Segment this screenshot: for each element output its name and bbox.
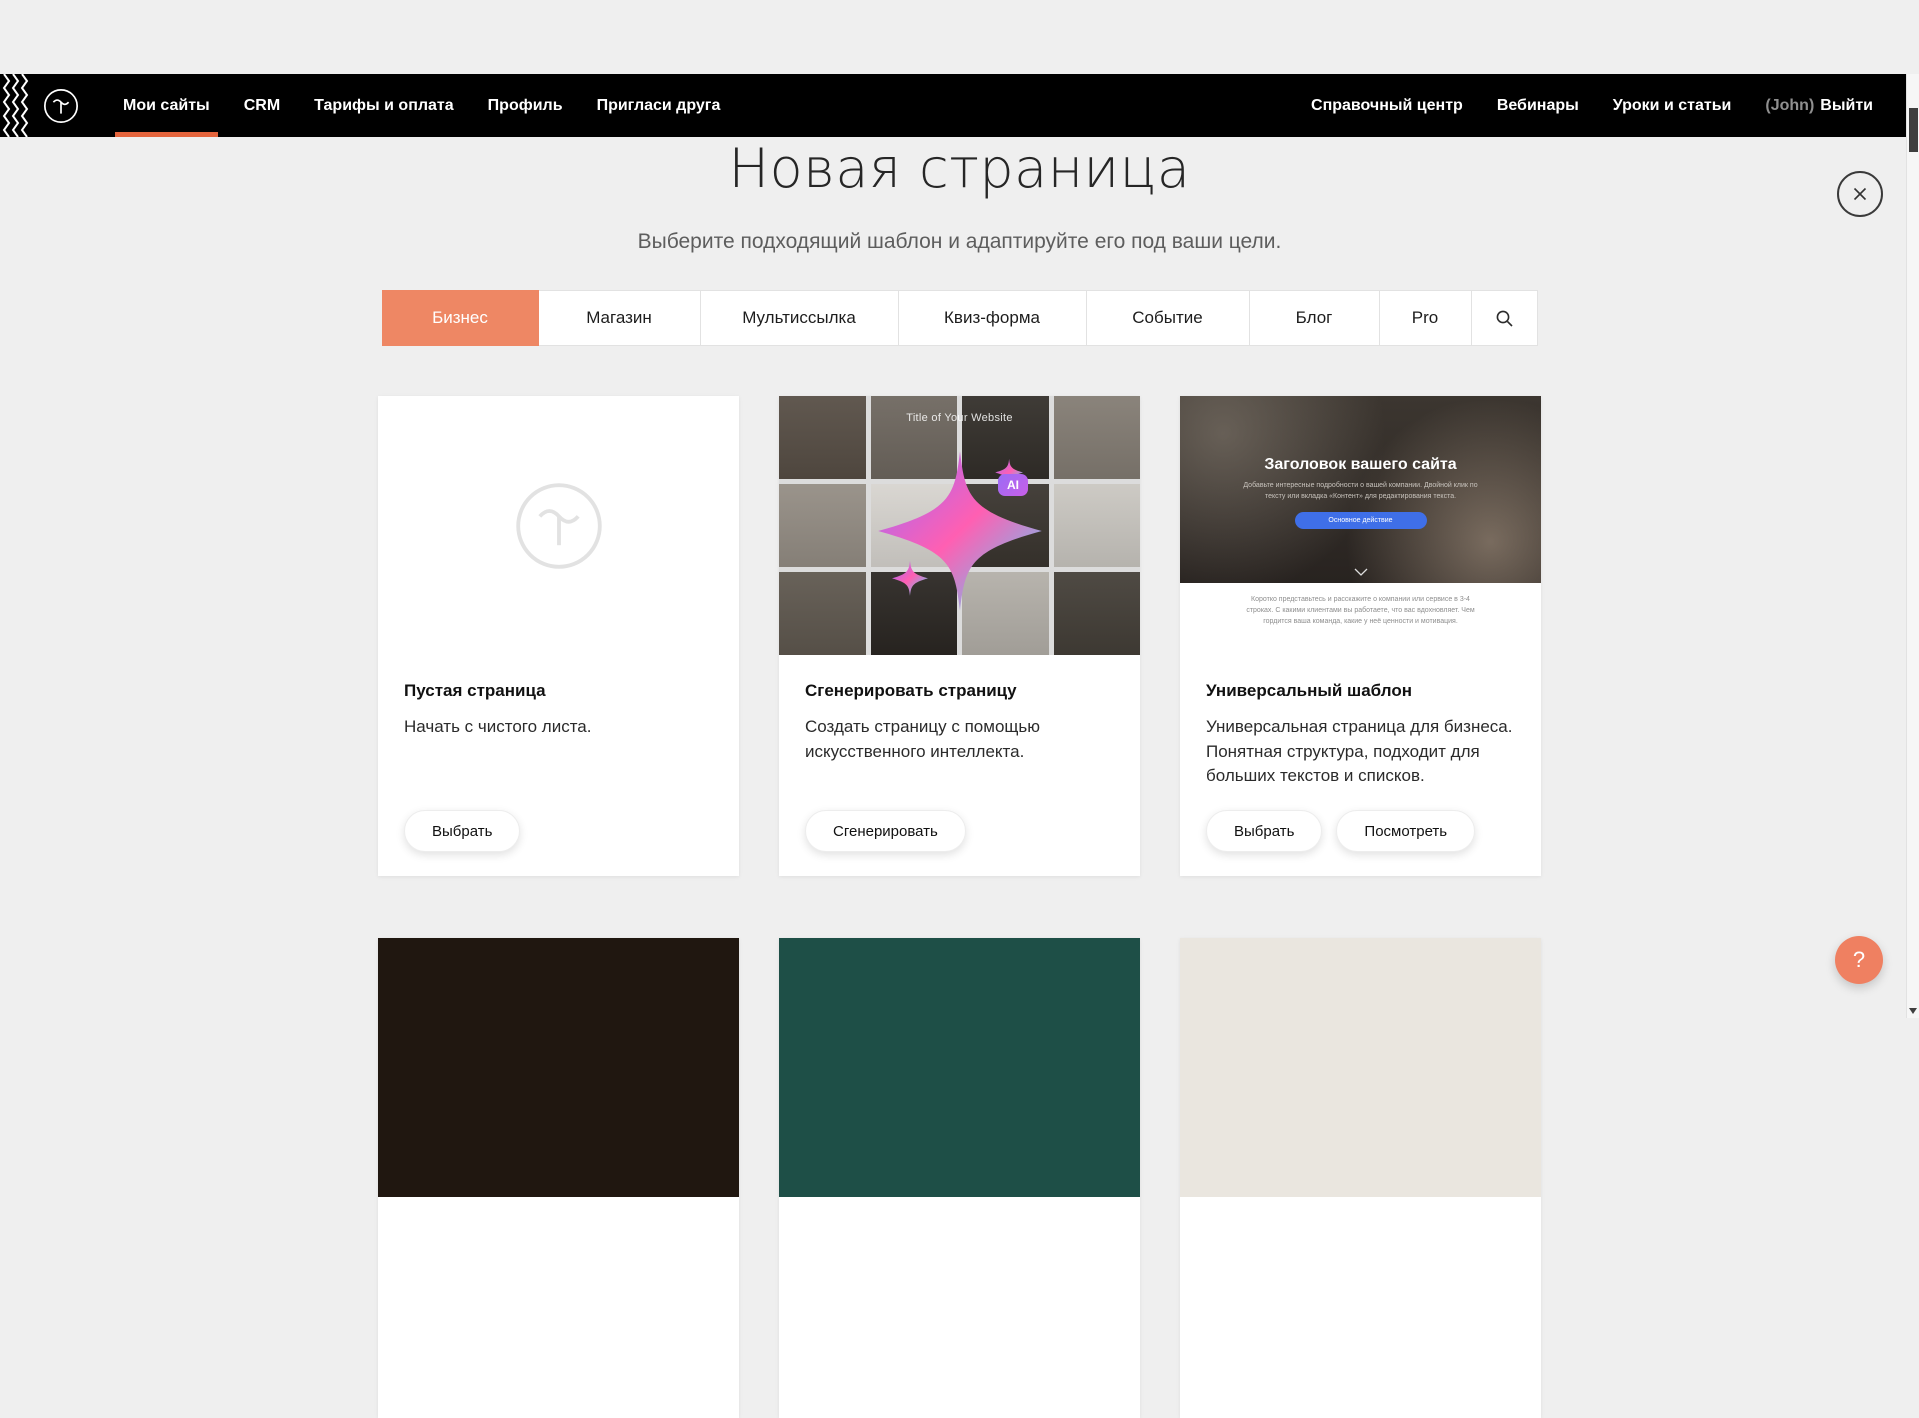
tab-shop[interactable]: Магазин (539, 290, 701, 346)
nav-lessons[interactable]: Уроки и статьи (1596, 74, 1749, 137)
ai-preview: Title of Your Website AI (779, 396, 1140, 655)
template-body-text: Коротко представьтесь и расскажите о ком… (1245, 595, 1476, 628)
template-card-partial[interactable] (1180, 938, 1541, 1418)
logout-label: Выйти (1820, 97, 1873, 115)
template-hero: Заголовок вашего сайта Добавьте интересн… (1180, 396, 1541, 583)
nav-logout[interactable]: (John) Выйти (1748, 74, 1890, 137)
nav-invite-friend[interactable]: Пригласи друга (580, 74, 738, 137)
tab-business[interactable]: Бизнес (382, 290, 539, 346)
card-title: Пустая страница (404, 681, 713, 701)
secondary-nav: Справочный центр Вебинары Уроки и статьи… (1294, 74, 1890, 137)
choose-button[interactable]: Выбрать (1206, 810, 1322, 852)
nav-help-center[interactable]: Справочный центр (1294, 74, 1480, 137)
template-category-tabs: Бизнес Магазин Мультиссылка Квиз-форма С… (382, 290, 1538, 346)
ai-badge: AI (998, 474, 1028, 496)
card-blank-page: Пустая страница Начать с чистого листа. … (378, 396, 739, 876)
tab-multilink[interactable]: Мультиссылка (701, 290, 899, 346)
ai-sparkle-icon (872, 443, 1048, 619)
template-card-partial[interactable] (378, 938, 739, 1418)
tab-quiz-form[interactable]: Квиз-форма (899, 290, 1087, 346)
template-hero-title: Заголовок вашего сайта (1180, 396, 1541, 474)
close-button[interactable] (1837, 171, 1883, 217)
nav-my-sites[interactable]: Мои сайты (106, 74, 227, 137)
page-subtitle: Выберите подходящий шаблон и адаптируйте… (0, 230, 1919, 254)
generate-button[interactable]: Сгенерировать (805, 810, 966, 852)
template-card-partial[interactable] (779, 938, 1140, 1418)
card-description: Универсальная страница для бизнеса. Поня… (1206, 715, 1515, 789)
tilda-watermark-icon (511, 478, 607, 574)
card-title: Сгенерировать страницу (805, 681, 1114, 701)
nav-tariffs[interactable]: Тарифы и оплата (297, 74, 471, 137)
tilda-zigzag-decoration (0, 74, 34, 137)
nav-profile[interactable]: Профиль (471, 74, 580, 137)
search-icon (1495, 309, 1514, 328)
template-grid-row2 (378, 938, 1541, 1418)
close-icon (1851, 185, 1869, 203)
chevron-down-icon (1354, 568, 1368, 576)
nav-crm[interactable]: CRM (227, 74, 297, 137)
tab-search[interactable] (1472, 290, 1538, 346)
template-grid: Пустая страница Начать с чистого листа. … (378, 396, 1541, 876)
user-name: (John) (1765, 97, 1814, 115)
blank-page-preview (378, 396, 739, 655)
card-universal-template: Заголовок вашего сайта Добавьте интересн… (1180, 396, 1541, 876)
card-description: Создать страницу с помощью искусственног… (805, 715, 1114, 764)
tab-blog[interactable]: Блог (1250, 290, 1380, 346)
tab-event[interactable]: Событие (1087, 290, 1250, 346)
tilda-logo[interactable] (42, 87, 80, 125)
card-generate-ai: Title of Your Website AI С (779, 396, 1140, 876)
template-cta-button: Основное действие (1295, 512, 1427, 529)
scroll-down-arrow-icon[interactable] (1909, 1008, 1917, 1014)
choose-button[interactable]: Выбрать (404, 810, 520, 852)
help-button[interactable]: ? (1835, 936, 1883, 984)
tab-pro[interactable]: Pro (1380, 290, 1472, 346)
card-title: Универсальный шаблон (1206, 681, 1515, 701)
scrollbar-thumb[interactable] (1909, 108, 1918, 152)
template-hero-subtitle: Добавьте интересные подробности о вашей … (1241, 481, 1479, 502)
scrollbar[interactable] (1906, 74, 1919, 1018)
collage-title: Title of Your Website (779, 412, 1140, 424)
preview-button[interactable]: Посмотреть (1336, 810, 1475, 852)
card-description: Начать с чистого листа. (404, 715, 713, 740)
main-content: Новая страница Выберите подходящий шабло… (0, 74, 1919, 1418)
template-preview: Заголовок вашего сайта Добавьте интересн… (1180, 396, 1541, 655)
nav-webinars[interactable]: Вебинары (1480, 74, 1596, 137)
top-navbar: Мои сайты CRM Тарифы и оплата Профиль Пр… (0, 74, 1906, 137)
main-nav: Мои сайты CRM Тарифы и оплата Профиль Пр… (106, 74, 737, 137)
